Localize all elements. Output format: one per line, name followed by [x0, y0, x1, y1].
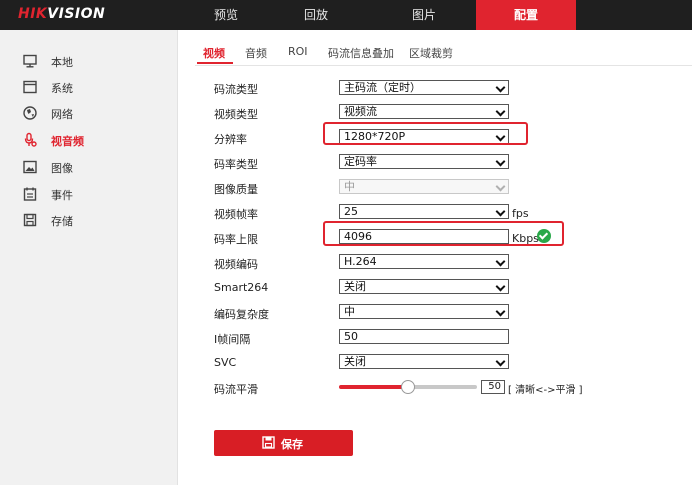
hikvision-logo: HIKVISION [18, 6, 106, 22]
sidebar: 本地 系统 网络 视音频 图像 事件 存储 [0, 30, 178, 485]
save-button-label: 保存 [281, 438, 303, 451]
bitrate-type-label: 码率类型 [214, 158, 258, 171]
i-frame-interval-label: I帧间隔 [214, 333, 251, 346]
frame-rate-label: 视频帧率 [214, 208, 258, 221]
svc-select[interactable]: 关闭 [339, 354, 509, 369]
nav-item-configuration[interactable]: 配置 [476, 0, 576, 30]
video-encoding-select[interactable]: H.264 [339, 254, 509, 269]
tab-audio[interactable]: 音频 [245, 45, 267, 61]
stream-smoothing-value-input[interactable]: 50 [481, 380, 505, 394]
monitor-icon [22, 53, 38, 69]
sidebar-item-network[interactable]: 网络 [0, 100, 178, 126]
nav-item-preview[interactable]: 预览 [196, 0, 256, 30]
video-encoding-label: 视频编码 [214, 258, 258, 271]
resolution-highlight-box [323, 122, 528, 145]
floppy-disk-icon [22, 212, 38, 228]
image-quality-label: 图像质量 [214, 183, 258, 196]
sidebar-item-label: 系统 [51, 82, 73, 95]
encoding-complexity-label: 编码复杂度 [214, 308, 269, 321]
active-tab-indicator [197, 62, 233, 64]
tab-divider [195, 65, 692, 66]
top-bar: HIKVISION 预览 回放 图片 配置 [0, 0, 692, 30]
sidebar-item-label: 视音频 [51, 135, 84, 148]
nav-item-playback[interactable]: 回放 [286, 0, 346, 30]
sidebar-item-label: 图像 [51, 162, 73, 175]
smart264-label: Smart264 [214, 281, 269, 294]
microphone-icon [22, 132, 38, 148]
smart264-select[interactable]: 关闭 [339, 279, 509, 294]
frame-rate-select[interactable]: 25 [339, 204, 509, 219]
video-type-select[interactable]: 视频流 [339, 104, 509, 119]
calendar-icon [22, 186, 38, 202]
sidebar-item-event[interactable]: 事件 [0, 181, 178, 207]
sidebar-item-video-audio[interactable]: 视音频 [0, 127, 178, 153]
max-bitrate-highlight-box [323, 221, 564, 246]
sidebar-item-label: 网络 [51, 108, 73, 121]
svc-label: SVC [214, 356, 237, 369]
max-bitrate-label: 码率上限 [214, 233, 258, 246]
bitrate-type-select[interactable]: 定码率 [339, 154, 509, 169]
image-icon [22, 159, 38, 175]
tab-roi[interactable]: ROI [288, 45, 308, 58]
tab-region-crop[interactable]: 区域裁剪 [409, 45, 453, 61]
system-window-icon [22, 79, 38, 95]
stream-smoothing-slider-track[interactable] [408, 385, 477, 389]
sidebar-item-storage[interactable]: 存储 [0, 207, 178, 233]
nav-item-picture[interactable]: 图片 [394, 0, 454, 30]
sidebar-item-system[interactable]: 系统 [0, 74, 178, 100]
encoding-complexity-select[interactable]: 中 [339, 304, 509, 319]
tab-video[interactable]: 视频 [203, 45, 225, 61]
image-quality-select: 中 [339, 179, 509, 194]
floppy-disk-icon [262, 436, 275, 449]
sidebar-item-label: 存储 [51, 215, 73, 228]
sidebar-item-label: 本地 [51, 56, 73, 69]
stream-type-select[interactable]: 主码流（定时） [339, 80, 509, 95]
frame-rate-unit: fps [512, 207, 529, 220]
globe-icon [22, 105, 38, 121]
stream-smoothing-slider-fill [339, 385, 408, 389]
stream-smoothing-slider-thumb[interactable] [401, 380, 415, 394]
sidebar-item-image[interactable]: 图像 [0, 154, 178, 180]
sidebar-item-local[interactable]: 本地 [0, 48, 178, 74]
i-frame-interval-input[interactable]: 50 [339, 329, 509, 344]
resolution-label: 分辨率 [214, 133, 247, 146]
sidebar-item-label: 事件 [51, 189, 73, 202]
stream-smoothing-range-text: [ 清晰<->平滑 ] [508, 385, 583, 396]
tab-stream-info-overlay[interactable]: 码流信息叠加 [328, 45, 394, 61]
save-button[interactable]: 保存 [214, 430, 353, 456]
stream-smoothing-label: 码流平滑 [214, 383, 258, 396]
stream-type-label: 码流类型 [214, 83, 258, 96]
video-type-label: 视频类型 [214, 108, 258, 121]
